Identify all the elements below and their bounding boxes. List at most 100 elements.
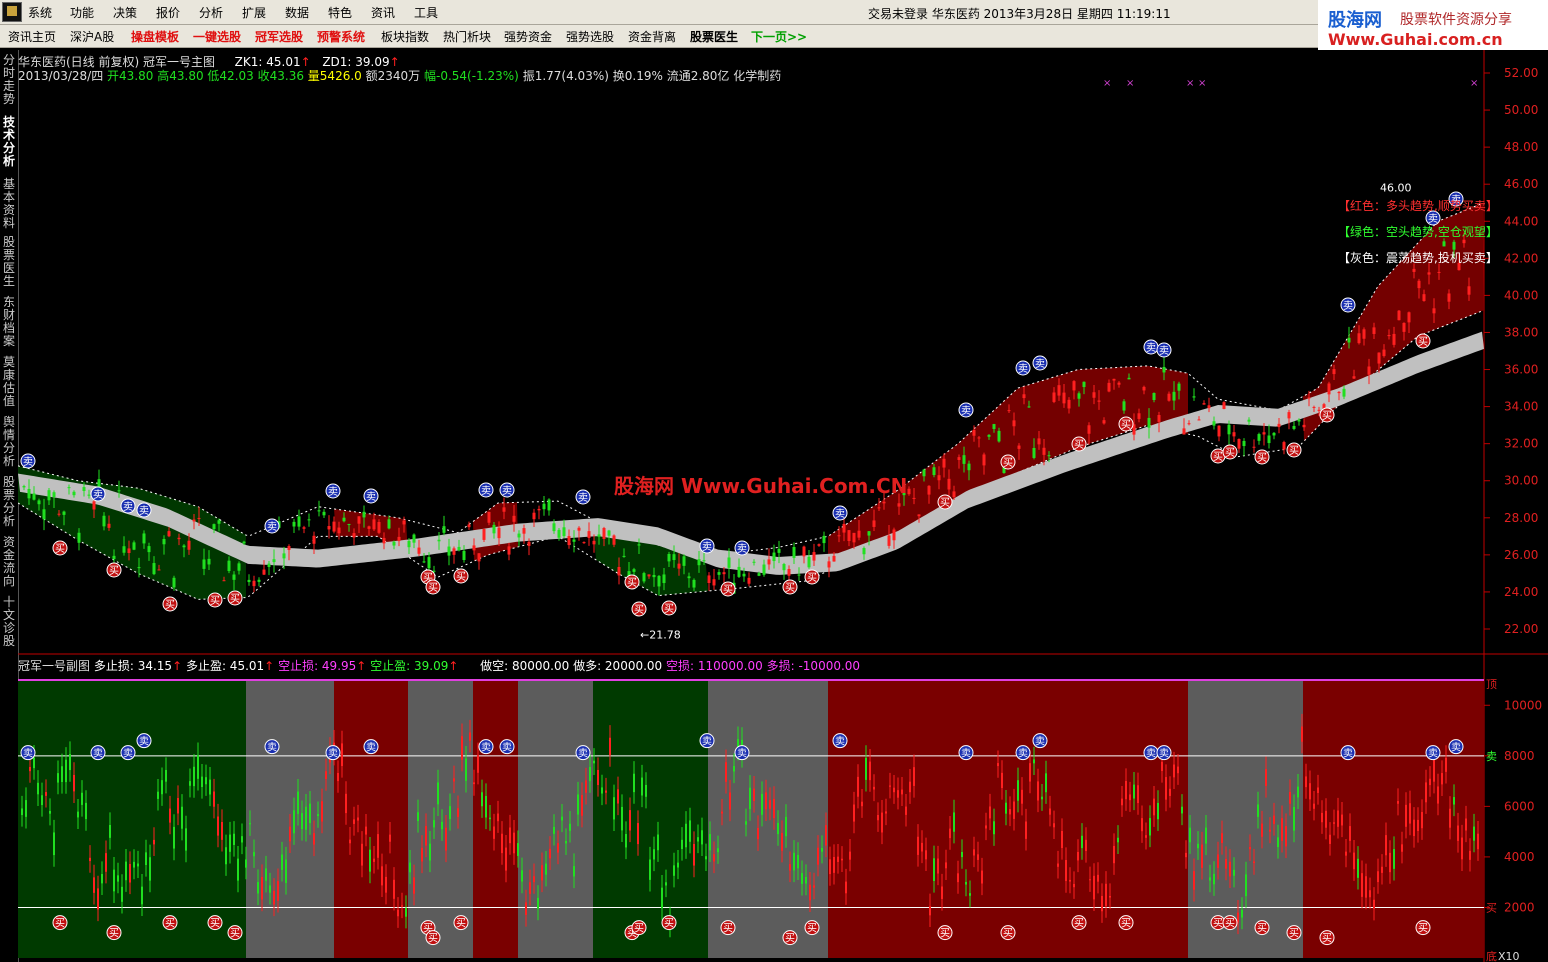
sidebar-tab[interactable]: 资金流向 <box>2 536 16 588</box>
sidebar-tab[interactable]: 基本资料 <box>2 178 16 230</box>
candle-body <box>1162 366 1166 373</box>
osc-bar <box>257 882 259 894</box>
osc-bar <box>1221 833 1223 843</box>
candle-body <box>457 546 461 551</box>
candle-body <box>807 556 811 568</box>
menu-item[interactable]: 特色 <box>328 4 352 21</box>
candle-body <box>152 563 156 575</box>
candle-body <box>107 523 111 528</box>
sidebar-tab[interactable]: 十文诊股 <box>2 596 16 648</box>
osc-bar <box>645 784 647 797</box>
osc-bar <box>1381 866 1383 873</box>
toolbar-item[interactable]: 深沪A股 <box>70 28 114 45</box>
candle-body <box>242 541 246 544</box>
osc-bar <box>33 757 35 769</box>
osc-bar <box>421 847 423 862</box>
sidebar-tab[interactable]: 技术分析 <box>2 116 16 168</box>
osc-bar <box>341 743 343 767</box>
menu-item[interactable]: 扩展 <box>242 4 266 21</box>
osc-bar <box>1349 826 1351 841</box>
candle-body <box>1407 312 1411 323</box>
toolbar-item[interactable]: 强势选股 <box>566 28 614 45</box>
menu-item[interactable]: 资讯 <box>371 4 395 21</box>
osc-sell-marker-label: 卖 <box>835 736 845 748</box>
toolbar-item[interactable]: 下一页>> <box>751 28 807 45</box>
osc-bar <box>1425 782 1427 803</box>
toolbar-item[interactable]: 资金背离 <box>628 28 676 45</box>
osc-bar <box>249 823 251 825</box>
osc-bar <box>1401 844 1403 852</box>
brand-url[interactable]: Www.Guhai.com.cn <box>1328 30 1503 49</box>
osc-bar <box>1077 851 1079 861</box>
osc-bar <box>409 862 411 873</box>
sidebar-tab[interactable]: 舆情分析 <box>2 416 16 468</box>
sidebar-tab[interactable]: 股票分析 <box>2 476 16 528</box>
osc-sell-marker-label: 卖 <box>481 742 491 754</box>
sidebar-tab[interactable]: 莫康估值 <box>2 356 16 408</box>
toolbar-item[interactable]: 板块指数 <box>381 28 429 45</box>
candle-body <box>1382 349 1386 357</box>
sidebar-tab[interactable]: 分时走势 <box>2 54 16 106</box>
osc-bar <box>393 879 395 899</box>
candle-body <box>1437 271 1441 273</box>
menu-item[interactable]: 报价 <box>156 4 180 21</box>
osc-bar <box>1033 759 1035 764</box>
candle-body <box>267 563 271 568</box>
menu-item[interactable]: 分析 <box>199 4 223 21</box>
osc-bar <box>757 827 759 840</box>
candle-body <box>882 501 886 504</box>
toolbar-item[interactable]: 操盘模板 <box>131 28 179 45</box>
candle-body <box>167 531 171 537</box>
toolbar-item[interactable]: 资讯主页 <box>8 28 56 45</box>
osc-bar <box>745 821 747 825</box>
menu-item[interactable]: 功能 <box>70 4 94 21</box>
app-logo-icon[interactable] <box>2 2 22 22</box>
sub-chart-title: 冠军一号副图 <box>18 659 91 673</box>
sidebar-tab[interactable]: 股票医生 <box>2 236 16 288</box>
candle-body <box>1147 417 1151 428</box>
osc-bar <box>313 833 315 845</box>
osc-sell-marker-label: 卖 <box>702 736 712 748</box>
chart-canvas[interactable]: 52.00 50.00 48.00 46.00 44.00 42.00 40.00 38.00… <box>18 50 1548 962</box>
menu-item[interactable]: 数据 <box>285 4 309 21</box>
candle-body <box>777 548 781 553</box>
toolbar-item[interactable]: 股票医生 <box>690 28 738 45</box>
osc-bar <box>485 795 487 818</box>
price-tick-label: 30.00 <box>1504 474 1538 488</box>
osc-bar <box>353 819 355 824</box>
sidebar-tab[interactable]: 东财档案 <box>2 296 16 348</box>
toolbar-item[interactable]: 一键选股 <box>193 28 241 45</box>
candle-body <box>1227 424 1231 435</box>
candle-body <box>477 553 481 562</box>
candle-body <box>1402 322 1406 332</box>
osc-bar <box>929 906 931 916</box>
menu-item[interactable]: 系统 <box>28 4 52 21</box>
osc-bar <box>425 826 427 846</box>
legend-green: 【绿色：空头趋势,空仓观望】 <box>1338 225 1498 239</box>
osc-bar <box>1357 858 1359 878</box>
candle-body <box>952 491 956 498</box>
osc-bar <box>321 801 323 822</box>
osc-bar <box>773 798 775 819</box>
osc-bar <box>885 811 887 814</box>
buy-marker-label: 买 <box>230 593 240 605</box>
toolbar-item[interactable]: 预警系统 <box>317 28 365 45</box>
osc-bar <box>365 826 367 835</box>
toolbar-item[interactable]: 冠军选股 <box>255 28 303 45</box>
osc-bar <box>1285 826 1287 847</box>
toolbar-item[interactable]: 热门析块 <box>443 28 491 45</box>
osc-sell-marker-label: 卖 <box>1146 748 1156 760</box>
candle-body <box>407 540 411 548</box>
price-tick-label: 32.00 <box>1504 437 1538 451</box>
candle-body <box>1177 383 1181 391</box>
menu-item[interactable]: 工具 <box>414 4 438 21</box>
candle-body <box>1042 447 1046 455</box>
menu-item[interactable]: 决策 <box>113 4 137 21</box>
candle-body <box>942 458 946 468</box>
brand-banner: 股海网 股票软件资源分享 Www.Guhai.com.cn <box>1318 0 1548 50</box>
osc-bar <box>1289 791 1291 804</box>
osc-bar <box>209 779 211 795</box>
osc-bar <box>1241 909 1243 918</box>
toolbar-item[interactable]: 强势资金 <box>504 28 552 45</box>
osc-bar <box>109 824 111 838</box>
